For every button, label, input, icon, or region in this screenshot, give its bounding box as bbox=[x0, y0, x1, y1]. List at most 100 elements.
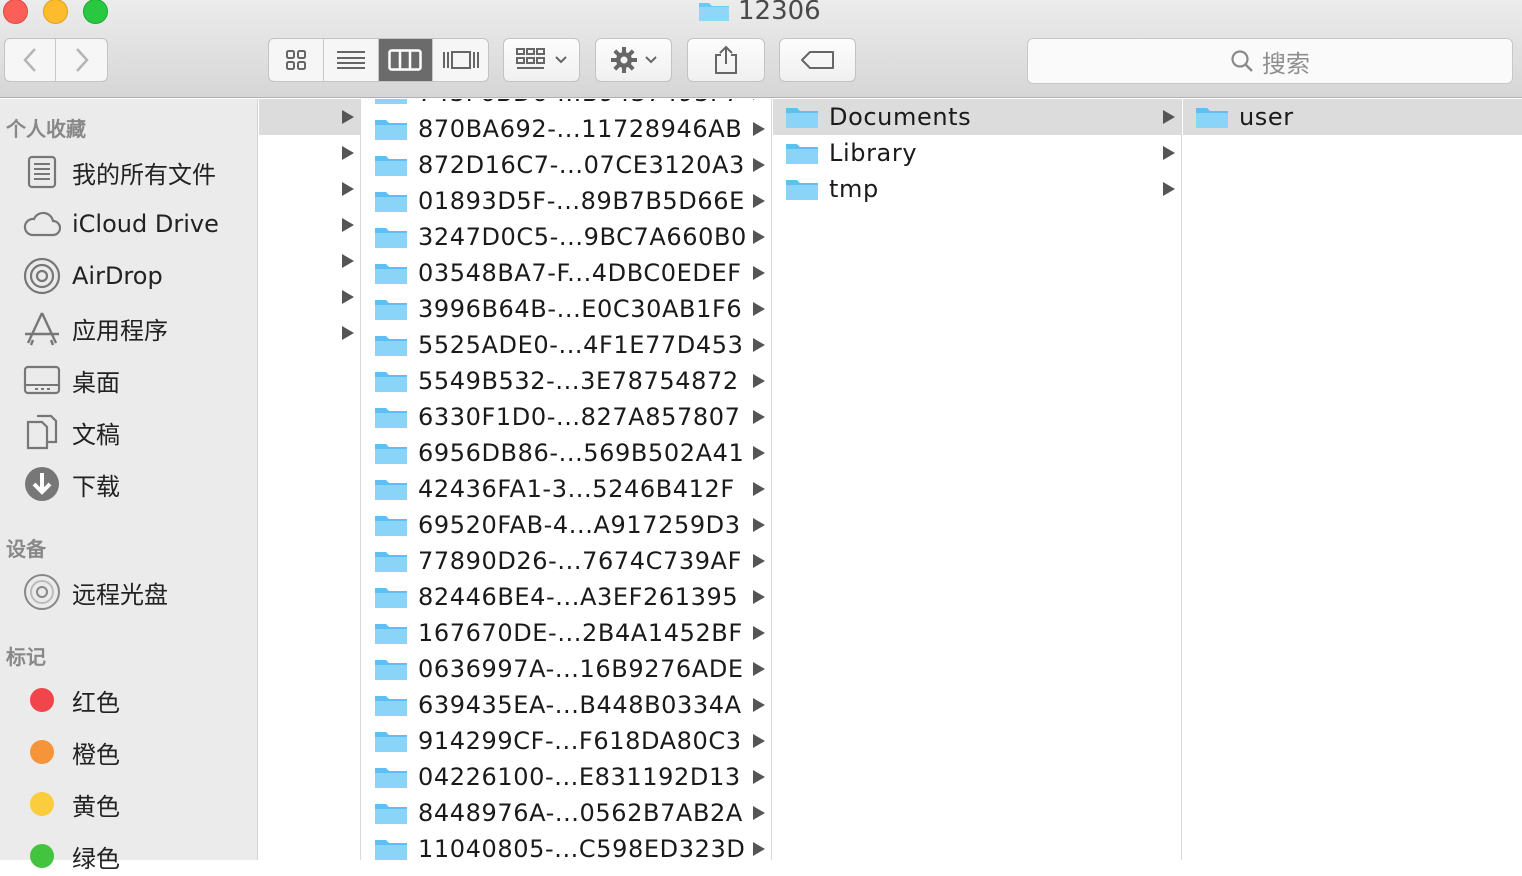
sidebar-item-tag-orange[interactable]: 橙色 bbox=[22, 732, 120, 772]
folder-icon bbox=[375, 120, 407, 140]
column-1-row[interactable] bbox=[259, 135, 360, 171]
disclosure-arrow-icon bbox=[1163, 146, 1175, 160]
folder-row[interactable]: 82446BE4-...A3EF261395 bbox=[362, 579, 771, 615]
zoom-window-button[interactable] bbox=[83, 0, 108, 24]
folder-icon bbox=[375, 336, 407, 356]
folder-row[interactable]: 6330F1D0-...827A857807 bbox=[362, 399, 771, 435]
folder-icon bbox=[375, 408, 407, 428]
column-view-button[interactable] bbox=[378, 39, 434, 81]
folder-row[interactable]: 42436FA1-3...5246B412F bbox=[362, 471, 771, 507]
folder-row[interactable]: 69520FAB-4...A917259D3 bbox=[362, 507, 771, 543]
folder-icon bbox=[786, 144, 818, 164]
folder-row[interactable]: 743F6BD6-...B9437493F7 bbox=[362, 99, 771, 111]
orange-tag-icon bbox=[30, 740, 54, 764]
column-1-row[interactable] bbox=[259, 243, 360, 279]
forward-button[interactable] bbox=[56, 39, 107, 81]
search-placeholder: 搜索 bbox=[1262, 49, 1310, 78]
sidebar-item-label: 我的所有文件 bbox=[72, 160, 216, 189]
close-window-button[interactable] bbox=[3, 0, 28, 24]
folder-icon bbox=[375, 840, 407, 860]
column-1-row[interactable] bbox=[259, 279, 360, 315]
folder-row[interactable]: user bbox=[1183, 99, 1522, 135]
sidebar-item-tag-green[interactable]: 绿色 bbox=[22, 836, 120, 876]
folder-row[interactable]: 11040805-...C598ED323D bbox=[362, 831, 771, 860]
disclosure-arrow-icon bbox=[753, 302, 765, 316]
view-mode-selector bbox=[268, 38, 489, 82]
folder-row[interactable]: 872D16C7-...07CE3120A3 bbox=[362, 147, 771, 183]
sidebar-item-airdrop[interactable]: AirDrop bbox=[22, 256, 163, 296]
back-button[interactable] bbox=[5, 39, 57, 81]
sidebar-item-remote-disc[interactable]: 远程光盘 bbox=[22, 572, 168, 612]
share-button[interactable] bbox=[687, 38, 765, 82]
folder-name: 872D16C7-...07CE3120A3 bbox=[418, 151, 745, 179]
icon-view-button[interactable] bbox=[269, 39, 324, 81]
folder-row[interactable]: 6956DB86-...569B502A41 bbox=[362, 435, 771, 471]
disclosure-arrow-icon bbox=[1163, 182, 1175, 196]
disclosure-arrow-icon bbox=[753, 338, 765, 352]
folder-row[interactable]: 167670DE-...2B4A1452BF bbox=[362, 615, 771, 651]
disclosure-arrow-icon bbox=[753, 842, 765, 856]
action-button[interactable] bbox=[595, 38, 672, 82]
disc-icon bbox=[22, 572, 62, 612]
disclosure-arrow-icon bbox=[753, 446, 765, 460]
sidebar-item-tag-yellow[interactable]: 黄色 bbox=[22, 784, 120, 824]
disclosure-arrow-icon bbox=[342, 290, 354, 304]
folder-row[interactable]: 3247D0C5-...9BC7A660B0 bbox=[362, 219, 771, 255]
folder-row[interactable]: 5525ADE0-...4F1E77D453 bbox=[362, 327, 771, 363]
sidebar-item-label: 桌面 bbox=[72, 368, 120, 397]
icon-view-icon bbox=[285, 50, 306, 70]
folder-row[interactable]: 639435EA-...B448B0334A bbox=[362, 687, 771, 723]
folder-row[interactable]: Documents bbox=[773, 99, 1181, 135]
folder-row[interactable]: 04226100-...E831192D13 bbox=[362, 759, 771, 795]
sidebar-item-applications[interactable]: 应用程序 bbox=[22, 308, 168, 348]
arrange-button[interactable] bbox=[503, 38, 580, 82]
column-1-row[interactable] bbox=[259, 171, 360, 207]
folder-name: Library bbox=[829, 139, 918, 167]
folder-row[interactable]: 77890D26-...7674C739AF bbox=[362, 543, 771, 579]
window-title: 12306 bbox=[698, 0, 821, 26]
window-toolbar: 12306 搜索 bbox=[0, 0, 1522, 98]
folder-name: 82446BE4-...A3EF261395 bbox=[418, 583, 739, 611]
sidebar-item-label: 橙色 bbox=[72, 740, 120, 769]
folder-name: 870BA692-...11728946AB bbox=[418, 115, 743, 143]
sidebar-item-desktop[interactable]: 桌面 bbox=[22, 360, 120, 400]
sidebar-item-downloads[interactable]: 下载 bbox=[22, 464, 120, 504]
folder-row[interactable]: 914299CF-...F618DA80C3 bbox=[362, 723, 771, 759]
sidebar-item-documents[interactable]: 文稿 bbox=[22, 412, 120, 452]
folder-row[interactable]: 870BA692-...11728946AB bbox=[362, 111, 771, 147]
folder-row[interactable]: 03548BA7-F...4DBC0EDEF bbox=[362, 255, 771, 291]
folder-row[interactable]: 5549B532-...3E78754872 bbox=[362, 363, 771, 399]
red-tag-icon bbox=[30, 688, 54, 712]
disclosure-arrow-icon bbox=[753, 374, 765, 388]
cover-flow-button[interactable] bbox=[433, 39, 488, 81]
folder-name: 3247D0C5-...9BC7A660B0 bbox=[418, 223, 747, 251]
tags-heading: 标记 bbox=[6, 645, 46, 669]
folder-row[interactable]: tmp bbox=[773, 171, 1181, 207]
folder-row[interactable]: 0636997A-...16B9276ADE bbox=[362, 651, 771, 687]
folder-row[interactable]: 01893D5F-...89B7B5D66E bbox=[362, 183, 771, 219]
column-1-row-selected[interactable] bbox=[259, 99, 360, 135]
minimize-window-button[interactable] bbox=[43, 0, 68, 24]
column-1-row[interactable] bbox=[259, 207, 360, 243]
search-field[interactable]: 搜索 bbox=[1027, 38, 1513, 84]
list-view-button[interactable] bbox=[324, 39, 379, 81]
edit-tags-button[interactable] bbox=[779, 38, 856, 82]
documents-icon bbox=[22, 412, 62, 452]
sidebar-item-label: iCloud Drive bbox=[72, 210, 219, 238]
folder-name: 3996B64B-...E0C30AB1F6 bbox=[418, 295, 743, 323]
folder-row[interactable]: Library bbox=[773, 135, 1181, 171]
sidebar-item-tag-red[interactable]: 红色 bbox=[22, 680, 120, 720]
folder-icon bbox=[699, 3, 729, 21]
sidebar-item-all-files[interactable]: 我的所有文件 bbox=[22, 152, 216, 192]
disclosure-arrow-icon bbox=[753, 410, 765, 424]
folder-row[interactable]: 3996B64B-...E0C30AB1F6 bbox=[362, 291, 771, 327]
devices-heading: 设备 bbox=[6, 537, 46, 561]
desktop-icon bbox=[22, 360, 62, 400]
folder-icon bbox=[375, 804, 407, 824]
sidebar-item-icloud-drive[interactable]: iCloud Drive bbox=[22, 204, 219, 244]
folder-icon bbox=[375, 264, 407, 284]
disclosure-arrow-icon bbox=[753, 158, 765, 172]
column-2: 743F6BD6-...B9437493F7 870BA692-...117289… bbox=[362, 99, 772, 860]
folder-row[interactable]: 8448976A-...0562B7AB2A bbox=[362, 795, 771, 831]
column-1-row[interactable] bbox=[259, 315, 360, 351]
